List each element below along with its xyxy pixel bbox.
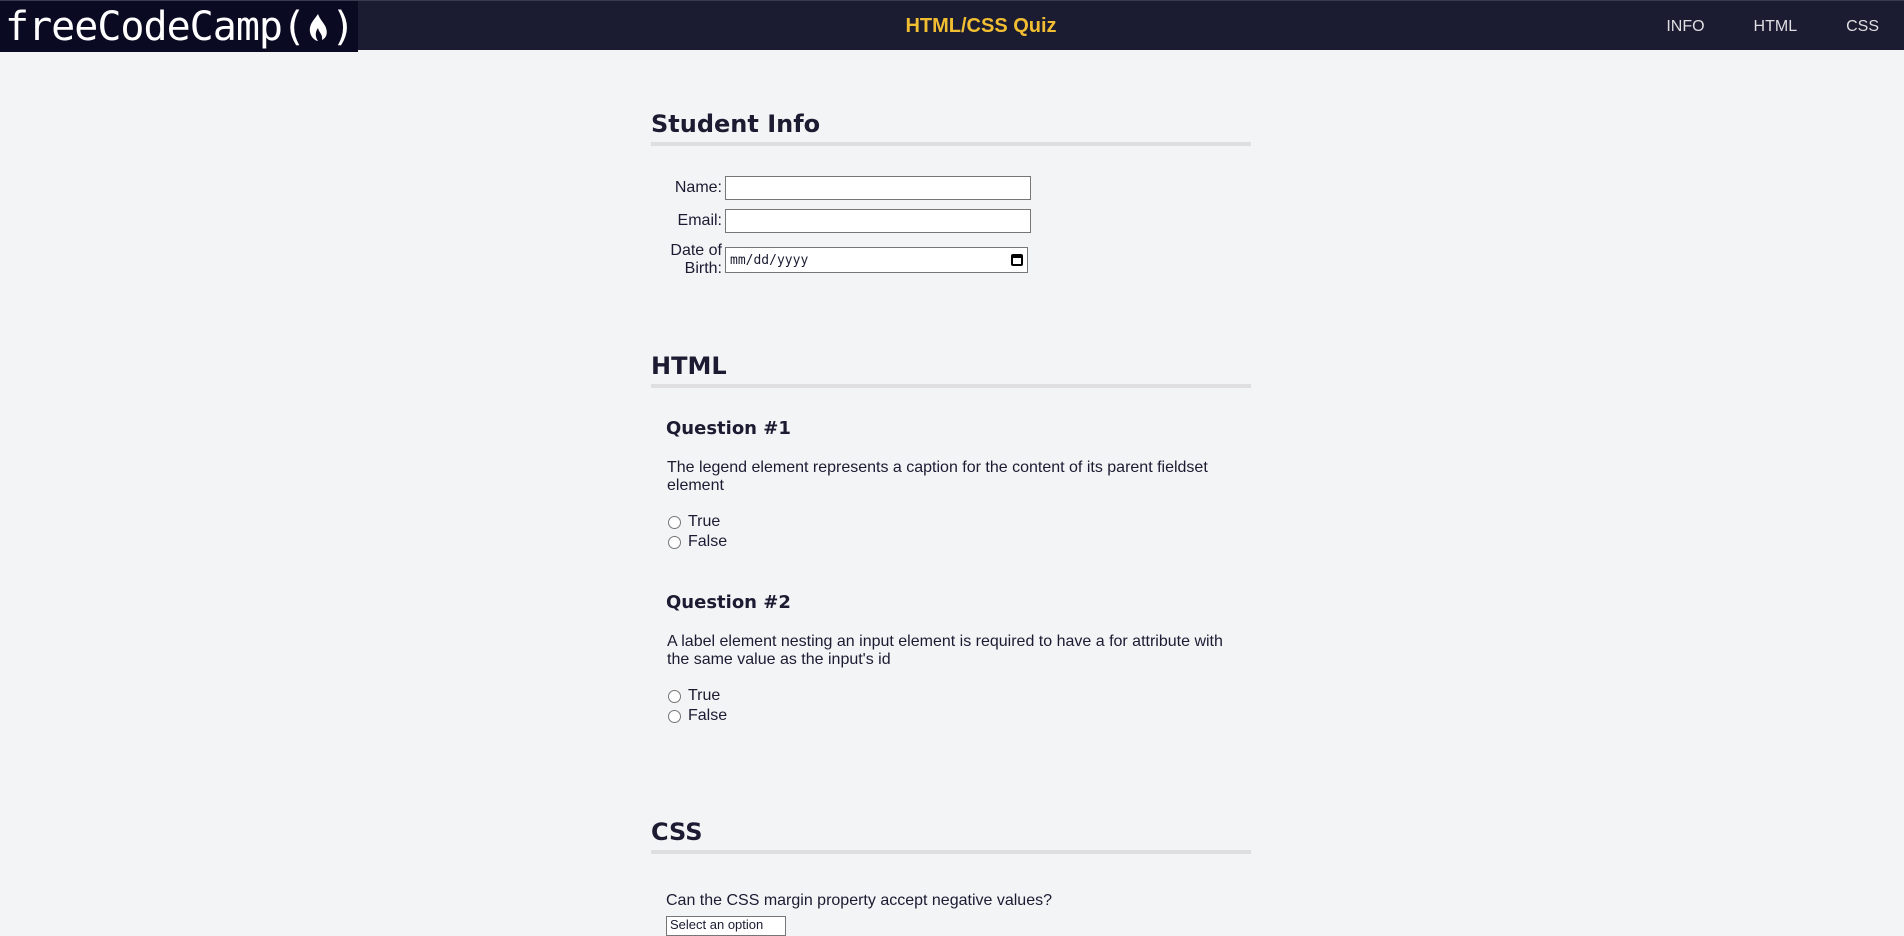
css-question-text: Can the CSS margin property accept negat… <box>666 892 1052 909</box>
nav-link-html[interactable]: HTML <box>1754 18 1798 36</box>
q1-false-radio[interactable] <box>668 535 681 549</box>
dob-label-line1: Date of <box>670 242 722 259</box>
main-nav: INFO HTML CSS <box>1617 1 1879 52</box>
dob-label-line2: Birth: <box>684 260 722 277</box>
html-section: HTML Question #1 The legend element repr… <box>651 350 1251 726</box>
q1-true-option[interactable]: True <box>668 512 1251 532</box>
css-question: Can the CSS margin property accept negat… <box>666 892 1251 936</box>
nav-link-css[interactable]: CSS <box>1846 18 1879 36</box>
question-1-heading: Question #1 <box>666 418 791 439</box>
name-input[interactable] <box>725 176 1031 200</box>
question-2: Question #2 A label element nesting an i… <box>666 592 1251 726</box>
q1-false-option[interactable]: False <box>668 532 1251 552</box>
css-answer-select[interactable]: Select an option <box>666 916 786 936</box>
q2-false-radio[interactable] <box>668 709 681 723</box>
question-1: Question #1 The legend element represent… <box>666 418 1251 552</box>
question-1-text: The legend element represents a caption … <box>667 459 1208 494</box>
q1-true-label[interactable]: True <box>688 513 720 531</box>
dob-label: Date of Birth: <box>661 242 725 278</box>
dob-row: Date of Birth: mm/dd/yyyy <box>661 242 1251 278</box>
quiz-form: Student Info Name: Email: Date of Birth: … <box>651 108 1251 936</box>
email-label: Email: <box>677 212 722 229</box>
dob-placeholder: mm/dd/yyyy <box>730 252 809 268</box>
student-info-heading: Student Info <box>651 108 1251 146</box>
q2-false-label[interactable]: False <box>688 707 727 725</box>
q2-true-radio[interactable] <box>668 689 681 703</box>
name-label: Name: <box>674 179 722 196</box>
freecodecamp-logo[interactable]: freeCodeCamp( ) <box>0 1 358 52</box>
q2-true-label[interactable]: True <box>688 687 720 705</box>
logo-text: freeCodeCamp( <box>5 3 306 50</box>
html-heading: HTML <box>651 350 1251 388</box>
css-section: CSS Can the CSS margin property accept n… <box>651 816 1251 936</box>
email-input[interactable] <box>725 209 1031 233</box>
logo-text-close: ) <box>331 3 355 50</box>
student-info-section: Student Info Name: Email: Date of Birth: … <box>651 108 1251 278</box>
dob-input[interactable]: mm/dd/yyyy <box>725 247 1028 273</box>
q2-false-option[interactable]: False <box>668 706 1251 726</box>
top-nav-bar: freeCodeCamp( ) HTML/CSS Quiz INFO HTML … <box>0 0 1904 52</box>
name-row: Name: <box>661 176 1251 200</box>
q1-false-label[interactable]: False <box>688 533 727 551</box>
q1-true-radio[interactable] <box>668 515 681 529</box>
email-row: Email: <box>661 209 1251 233</box>
question-2-text: A label element nesting an input element… <box>667 633 1223 668</box>
q2-true-option[interactable]: True <box>668 686 1251 706</box>
nav-link-info[interactable]: INFO <box>1666 18 1704 36</box>
css-heading: CSS <box>651 816 1251 854</box>
question-2-heading: Question #2 <box>666 592 791 613</box>
calendar-icon[interactable] <box>1011 254 1023 266</box>
student-info-fields: Name: Email: Date of Birth: mm/dd/yyyy <box>661 176 1251 278</box>
fcc-flame-icon <box>309 13 327 41</box>
